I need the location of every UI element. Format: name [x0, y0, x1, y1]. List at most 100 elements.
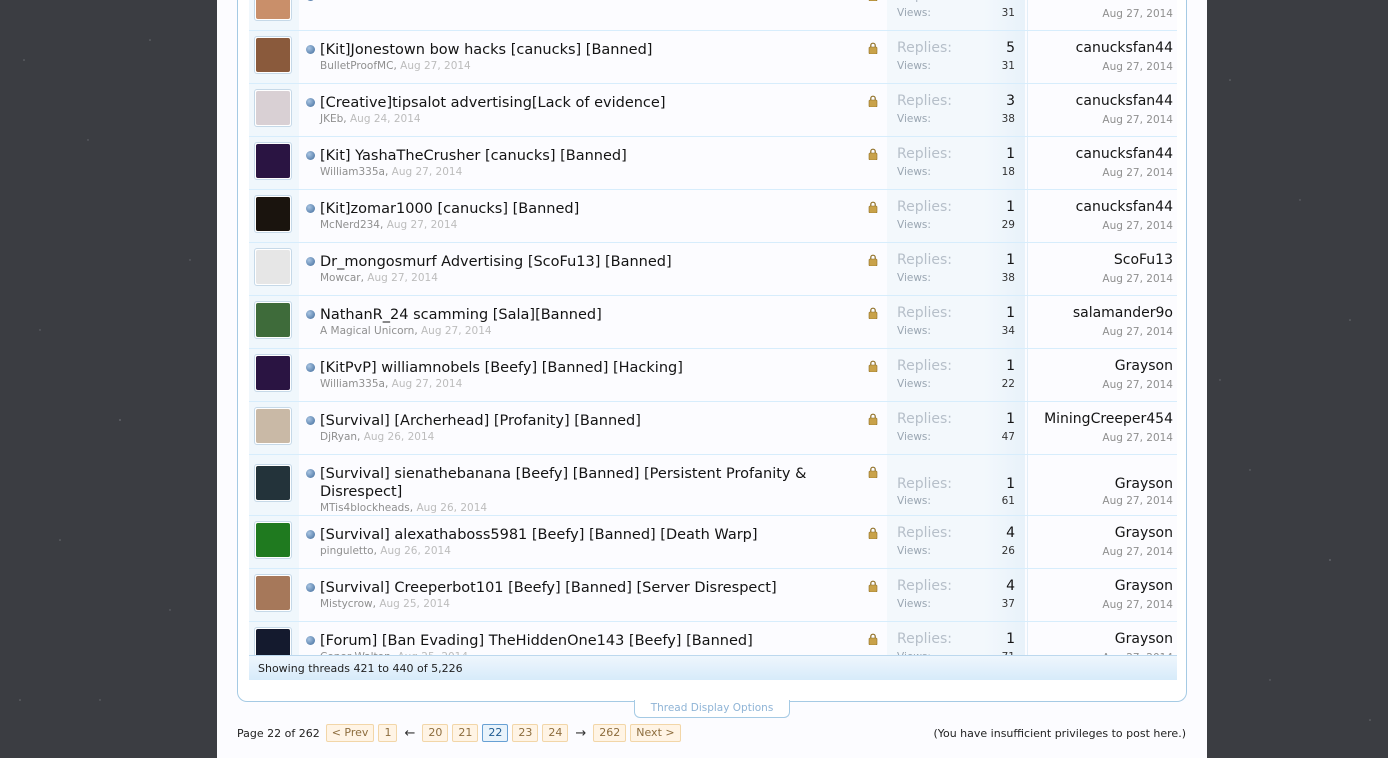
thread-author[interactable]: pinguletto [320, 545, 374, 557]
last-post-user[interactable]: canucksfan44 [1076, 146, 1173, 162]
thread-row[interactable]: [Survival] Creeperbot101 [Beefy] [Banned… [249, 569, 1177, 622]
unread-dot-icon[interactable] [306, 257, 315, 266]
thread-author[interactable]: William335a [320, 378, 385, 390]
last-post-user[interactable]: MiningCreeper454 [1044, 411, 1173, 427]
thread-start-date[interactable]: Aug 27, 2014 [387, 219, 458, 231]
thread-row[interactable]: [Survival] alexathaboss5981 [Beefy] [Ban… [249, 516, 1177, 569]
avatar[interactable] [254, 521, 292, 559]
thread-start-date[interactable]: Aug 26, 2014 [380, 545, 451, 557]
unread-dot-icon[interactable] [306, 45, 315, 54]
thread-row[interactable]: [Kit]Jonestown bow hacks [canucks] [Bann… [249, 31, 1177, 84]
last-post-user[interactable]: canucksfan44 [1076, 40, 1173, 56]
thread-title-link[interactable]: [Survival] sienathebanana [Beefy] [Banne… [320, 465, 862, 501]
thread-title-link[interactable]: [Forum] [Ban Evading] TheHiddenOne143 [B… [320, 632, 862, 650]
thread-row[interactable]: [Kit]zomar1000 [canucks] [Banned] McNerd… [249, 190, 1177, 243]
next-page-link[interactable]: Next > [630, 724, 681, 742]
thread-title-link[interactable]: [Creative]tipsalot advertising[Lack of e… [320, 94, 862, 112]
thread-row[interactable]: [Survival] sienathebanana [Beefy] [Banne… [249, 455, 1177, 516]
unread-dot-icon[interactable] [306, 583, 315, 592]
last-post-user[interactable]: Grayson [1115, 631, 1173, 647]
unread-dot-icon[interactable] [306, 0, 315, 1]
last-post-date[interactable]: Aug 27, 2014 [1102, 8, 1173, 20]
avatar[interactable] [254, 142, 292, 180]
last-post-user[interactable]: canucksfan44 [1076, 93, 1173, 109]
unread-dot-icon[interactable] [306, 530, 315, 539]
thread-author[interactable]: A Magical Unicorn [320, 325, 414, 337]
thread-row[interactable]: [Creative]tipsalot advertising[Lack of e… [249, 84, 1177, 137]
thread-start-date[interactable]: Aug 27, 2014 [400, 60, 471, 72]
thread-title-link[interactable]: [Survival] alexathaboss5981 [Beefy] [Ban… [320, 526, 862, 544]
last-post-date[interactable]: Aug 27, 2014 [1102, 114, 1173, 126]
avatar[interactable] [254, 0, 292, 21]
unread-dot-icon[interactable] [306, 469, 315, 478]
last-post-user[interactable]: Grayson [1115, 525, 1173, 541]
avatar[interactable] [254, 195, 292, 233]
unread-dot-icon[interactable] [306, 363, 315, 372]
thread-title-link[interactable]: NathanR_24 scamming [Sala][Banned] [320, 306, 862, 324]
avatar[interactable] [254, 301, 292, 339]
thread-title-link[interactable]: [Kit]Jonestown bow hacks [canucks] [Bann… [320, 41, 862, 59]
avatar[interactable] [254, 574, 292, 612]
avatar[interactable] [254, 248, 292, 286]
page-link[interactable]: 24 [542, 724, 569, 742]
avatar[interactable] [254, 464, 292, 502]
avatar[interactable] [254, 36, 292, 74]
unread-dot-icon[interactable] [306, 416, 315, 425]
thread-author[interactable]: McNerd234 [320, 219, 380, 231]
thread-author[interactable]: MTis4blockheads [320, 502, 410, 514]
unread-dot-icon[interactable] [306, 204, 315, 213]
last-post-date[interactable]: Aug 27, 2014 [1102, 379, 1173, 391]
avatar[interactable] [254, 354, 292, 392]
thread-title-link[interactable]: Dr_mongosmurf Advertising [ScoFu13] [Ban… [320, 253, 862, 271]
thread-start-date[interactable]: Aug 27, 2014 [405, 0, 476, 1]
page-link[interactable]: 23 [512, 724, 539, 742]
unread-dot-icon[interactable] [306, 636, 315, 645]
unread-dot-icon[interactable] [306, 98, 315, 107]
thread-row[interactable]: [Kit] YashaTheCrusher [canucks] [Banned]… [249, 137, 1177, 190]
thread-display-options-button[interactable]: Thread Display Options [634, 700, 790, 718]
thread-author[interactable]: JKEb [320, 113, 343, 125]
unread-dot-icon[interactable] [306, 151, 315, 160]
thread-author[interactable]: BulletProofMC [320, 60, 393, 72]
last-post-date[interactable]: Aug 27, 2014 [1102, 432, 1173, 444]
thread-start-date[interactable]: Aug 27, 2014 [392, 166, 463, 178]
thread-row[interactable]: NathanR_24 scamming [Sala][Banned] A Mag… [249, 296, 1177, 349]
last-post-user[interactable]: Grayson [1115, 358, 1173, 374]
last-post-user[interactable]: Grayson [1115, 578, 1173, 594]
page-link-last[interactable]: 262 [593, 724, 627, 742]
page-link-current[interactable]: 22 [482, 724, 509, 742]
last-post-user[interactable]: Grayson [1115, 476, 1173, 492]
thread-start-date[interactable]: Aug 27, 2014 [421, 325, 492, 337]
unread-dot-icon[interactable] [306, 310, 315, 319]
thread-author[interactable]: Mowcar [320, 272, 361, 284]
last-post-date[interactable]: Aug 27, 2014 [1102, 167, 1173, 179]
thread-start-date[interactable]: Aug 27, 2014 [367, 272, 438, 284]
page-link[interactable]: 21 [452, 724, 479, 742]
thread-row[interactable]: Nightfire88539, Aug 27, 2014 Replies: Vi… [249, 0, 1177, 31]
last-post-date[interactable]: Aug 27, 2014 [1102, 220, 1173, 232]
last-post-date[interactable]: Aug 27, 2014 [1102, 326, 1173, 338]
thread-title-link[interactable]: [KitPvP] williamnobels [Beefy] [Banned] … [320, 359, 862, 377]
avatar[interactable] [254, 89, 292, 127]
thread-row[interactable]: [KitPvP] williamnobels [Beefy] [Banned] … [249, 349, 1177, 402]
last-post-date[interactable]: Aug 27, 2014 [1102, 599, 1173, 611]
page-link-first[interactable]: 1 [378, 724, 398, 742]
page-link[interactable]: 20 [422, 724, 449, 742]
thread-row[interactable]: [Survival] [Archerhead] [Profanity] [Ban… [249, 402, 1177, 455]
prev-page-link[interactable]: < Prev [325, 724, 375, 742]
thread-start-date[interactable]: Aug 24, 2014 [350, 113, 421, 125]
last-post-user[interactable]: ScoFu13 [1114, 252, 1173, 268]
thread-author[interactable]: DjRyan [320, 431, 357, 443]
last-post-date[interactable]: Aug 27, 2014 [1102, 273, 1173, 285]
avatar[interactable] [254, 407, 292, 445]
thread-author[interactable]: Mistycrow [320, 598, 373, 610]
last-post-user[interactable]: salamander9o [1073, 305, 1173, 321]
last-post-date[interactable]: Aug 27, 2014 [1102, 495, 1173, 507]
thread-start-date[interactable]: Aug 25, 2014 [379, 598, 450, 610]
thread-start-date[interactable]: Aug 26, 2014 [416, 502, 487, 514]
thread-title-link[interactable]: [Survival] Creeperbot101 [Beefy] [Banned… [320, 579, 862, 597]
thread-author[interactable]: William335a [320, 166, 385, 178]
thread-author[interactable]: Nightfire88539 [320, 0, 399, 1]
thread-row[interactable]: Dr_mongosmurf Advertising [ScoFu13] [Ban… [249, 243, 1177, 296]
last-post-user[interactable]: canucksfan44 [1076, 199, 1173, 215]
